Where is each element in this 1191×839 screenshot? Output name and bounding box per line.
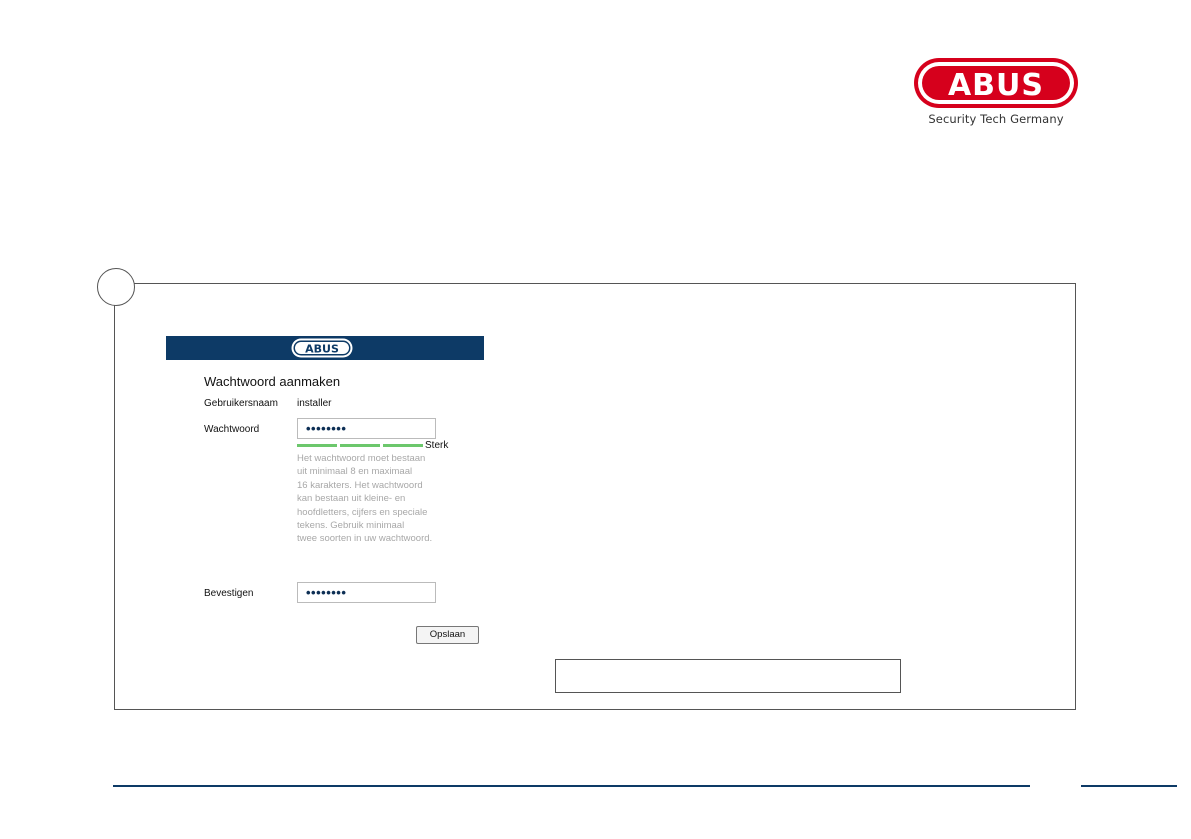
username-value: installer (297, 398, 332, 409)
abus-logo: ABUS (914, 58, 1078, 108)
password-label: Wachtwoord (204, 424, 260, 435)
strength-segment-2 (340, 444, 380, 447)
empty-text-box (555, 659, 901, 693)
abus-logo-text: ABUS (948, 68, 1044, 103)
form-heading: Wachtwoord aanmaken (204, 374, 341, 389)
strength-label: Sterk (425, 440, 449, 451)
hint-line: kan bestaan uit kleine- en (297, 493, 406, 505)
app-header-bar: ABUS (166, 336, 484, 360)
brand-tagline: Security Tech Germany (928, 112, 1064, 126)
hint-line: hoofdletters, cijfers en speciale (297, 506, 428, 518)
hint-line: Het wachtwoord moet bestaan (297, 453, 426, 464)
password-input[interactable]: •••••••• (297, 418, 436, 439)
strength-segment-3 (383, 444, 423, 447)
strength-segment-1 (297, 444, 337, 447)
username-label: Gebruikersnaam (204, 398, 278, 409)
header-abus-logo: ABUS (291, 338, 353, 358)
save-button[interactable]: Opslaan (416, 626, 479, 644)
hint-line: uit minimaal 8 en maximaal (297, 466, 413, 478)
footer-line-short (1081, 785, 1177, 787)
hint-line: twee soorten in uw wachtwoord. (297, 533, 433, 545)
confirm-label: Bevestigen (204, 588, 254, 599)
hint-line: 16 karakters. Het wachtwoord (297, 479, 423, 491)
footer-line (113, 785, 1030, 787)
header-logo-text: ABUS (305, 343, 339, 356)
hint-line: tekens. Gebruik minimaal (297, 520, 405, 532)
password-hint: Het wachtwoord moet bestaan uit minimaal… (297, 452, 442, 546)
confirm-password-input[interactable]: •••••••• (297, 582, 436, 603)
step-marker-circle (97, 268, 135, 306)
